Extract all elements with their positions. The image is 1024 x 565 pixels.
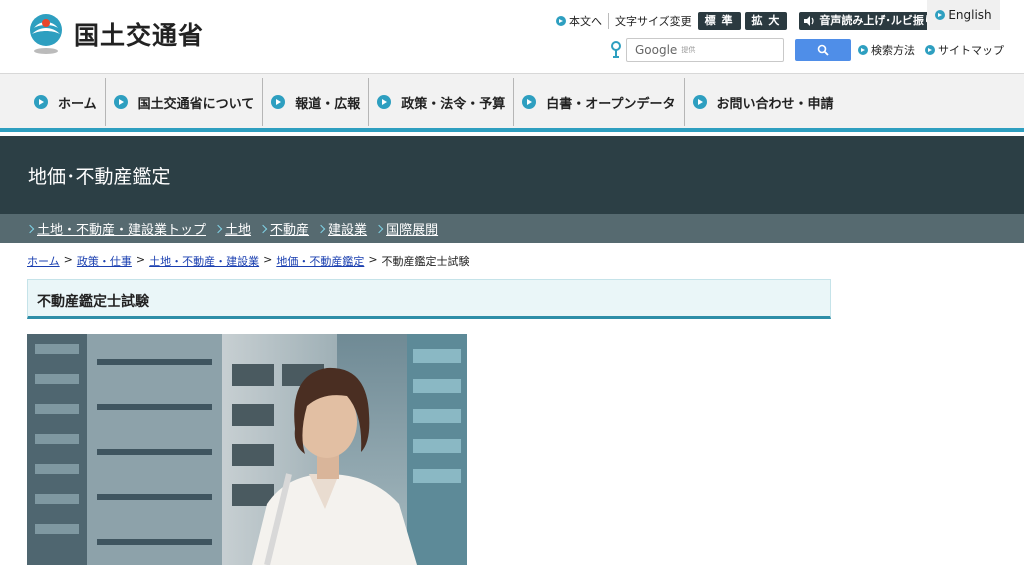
global-nav-items: ホーム 国土交通省について 報道・広報 政策・法令・予算 白書・オープンデータ … (28, 78, 842, 126)
subnav-item-top[interactable]: 土地・不動産・建設業トップ (27, 219, 206, 238)
speaker-icon (804, 16, 814, 26)
breadcrumb-home[interactable]: ホーム (27, 253, 60, 269)
arrow-circle-icon (522, 95, 537, 109)
breadcrumb-separator: > (63, 253, 73, 266)
section-title: 地価･不動産鑑定 (28, 166, 171, 188)
arrow-circle-icon (113, 95, 128, 109)
nav-item-press[interactable]: 報道・広報 (263, 78, 370, 126)
subnav-item-construction[interactable]: 建設業 (318, 219, 367, 238)
nav-item-whitepaper[interactable]: 白書・オープンデータ (514, 78, 685, 126)
arrow-circle-icon (377, 95, 392, 109)
search-button[interactable] (795, 39, 851, 61)
sitemap-link[interactable]: サイトマップ (925, 42, 1004, 58)
english-link[interactable]: English (927, 0, 1000, 30)
search-area: Google 提供 検索方法 サイトマップ (610, 38, 1014, 62)
site-header: 国土交通省 本文へ 文字サイズ変更 標 準 拡 大 音声読み上げ･ルビ振り En… (0, 0, 1024, 74)
hero-photo-illustration (27, 334, 467, 565)
search-placeholder: Google (635, 43, 678, 57)
arrow-circle-icon (556, 16, 566, 26)
section-banner: 地価･不動産鑑定 (0, 136, 1024, 214)
subnav-item-international[interactable]: 国際展開 (376, 219, 438, 238)
mlit-logo-icon (30, 14, 62, 54)
subnav-item-land[interactable]: 土地 (215, 219, 251, 238)
nav-item-contact[interactable]: お問い合わせ・申請 (685, 78, 842, 126)
arrow-circle-icon (34, 95, 48, 109)
nav-item-about[interactable]: 国土交通省について (106, 78, 264, 126)
english-label: English (948, 8, 992, 22)
breadcrumb-appraisal[interactable]: 地価・不動産鑑定 (276, 253, 364, 269)
font-standard-button[interactable]: 標 準 (697, 12, 741, 30)
breadcrumb-separator: > (368, 253, 378, 266)
site-name: 国土交通省 (74, 21, 205, 50)
nav-item-label: 報道・広報 (295, 96, 361, 112)
skip-to-content-label: 本文へ (569, 15, 602, 28)
page-title: 不動産鑑定士試験 (37, 294, 149, 310)
search-howto-label: 検索方法 (871, 44, 915, 57)
breadcrumb-current: 不動産鑑定士試験 (381, 255, 470, 268)
nav-item-label: 国土交通省について (137, 96, 255, 112)
font-size-label: 文字サイズ変更 (615, 15, 692, 28)
voice-ruby-button[interactable]: 音声読み上げ･ルビ振り (799, 12, 941, 30)
hero-image (27, 334, 467, 565)
breadcrumb-policy[interactable]: 政策・仕事 (77, 253, 132, 269)
search-input[interactable]: Google 提供 (626, 38, 784, 62)
nav-item-label: お問い合わせ・申請 (716, 96, 834, 112)
global-nav: ホーム 国土交通省について 報道・広報 政策・法令・予算 白書・オープンデータ … (0, 74, 1024, 132)
arrow-circle-icon (925, 45, 935, 55)
search-icon (817, 44, 829, 56)
breadcrumb-separator: > (263, 253, 273, 266)
divider (608, 13, 609, 29)
arrow-circle-icon (858, 45, 868, 55)
font-large-button[interactable]: 拡 大 (744, 12, 788, 30)
utility-bar: 本文へ 文字サイズ変更 標 準 拡 大 音声読み上げ･ルビ振り (556, 12, 941, 30)
search-howto-link[interactable]: 検索方法 (858, 42, 915, 58)
nav-item-label: 政策・法令・予算 (401, 96, 506, 112)
search-provided-by: 提供 (681, 46, 696, 54)
sitemap-label: サイトマップ (938, 44, 1004, 57)
breadcrumb-land[interactable]: 土地・不動産・建設業 (149, 253, 259, 269)
nav-item-label: ホーム (58, 96, 97, 112)
location-pin-icon (611, 41, 621, 58)
skip-to-content-link[interactable]: 本文へ (556, 13, 602, 29)
site-logo[interactable]: 国土交通省 (26, 12, 204, 56)
nav-item-home[interactable]: ホーム (28, 78, 106, 126)
nav-item-label: 白書・オープンデータ (546, 96, 676, 112)
breadcrumb-separator: > (135, 253, 146, 266)
nav-item-policy[interactable]: 政策・法令・予算 (369, 78, 515, 126)
arrow-circle-icon (692, 95, 707, 109)
breadcrumb: ホーム > 政策・仕事 > 土地・不動産・建設業 > 地価・不動産鑑定 > 不動… (27, 253, 470, 269)
subnav-item-realestate[interactable]: 不動産 (260, 219, 309, 238)
section-subnav: 土地・不動産・建設業トップ 土地 不動産 建設業 国際展開 (0, 214, 1024, 243)
arrow-circle-icon (935, 10, 946, 20)
voice-ruby-label: 音声読み上げ･ルビ振り (819, 14, 935, 27)
arrow-circle-icon (271, 95, 286, 109)
page-heading-box: 不動産鑑定士試験 (27, 279, 831, 319)
search-links: 検索方法 サイトマップ (858, 42, 1014, 58)
